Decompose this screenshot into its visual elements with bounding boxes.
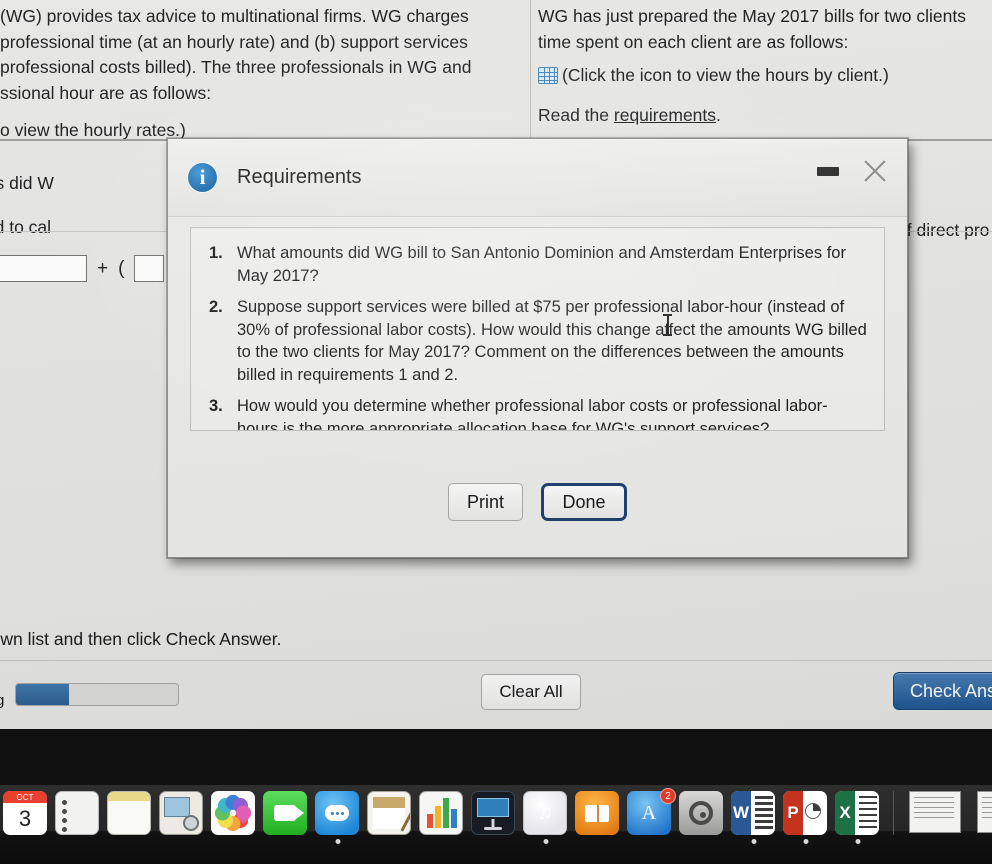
dock-item-ibooks[interactable] xyxy=(575,791,621,837)
dock-item-numbers[interactable] xyxy=(419,791,465,837)
dock-item-system-preferences[interactable] xyxy=(679,791,725,837)
calendar-day: 3 xyxy=(18,806,32,831)
dock-item-word[interactable]: W xyxy=(731,791,777,837)
bottom-instruction: any drop-down list and then click Check … xyxy=(0,629,282,649)
itunes-note-icon: ♫ xyxy=(523,791,567,835)
preview-lens-icon xyxy=(183,815,199,831)
dialog-footer: Print Done xyxy=(168,465,907,557)
progress-bar xyxy=(15,683,179,706)
window-controls xyxy=(817,157,889,185)
clear-all-button[interactable]: Clear All xyxy=(481,674,581,710)
requirement-number: 2. xyxy=(209,298,223,316)
requirements-content-box: 1. What amounts did WG bill to San Anton… xyxy=(190,227,885,431)
dock-item-notes[interactable] xyxy=(107,791,153,837)
calendar-month: OCT xyxy=(3,791,47,803)
problem-pane-right: WG has just prepared the May 2017 bills … xyxy=(538,0,992,128)
info-circle-icon: i xyxy=(188,163,217,192)
requirement-item: 3. How would you determine whether profe… xyxy=(205,395,868,431)
grid-table-icon[interactable] xyxy=(538,67,558,84)
dock-item-facetime[interactable] xyxy=(263,791,309,837)
ibooks-book-icon xyxy=(585,804,609,822)
dock-item-itunes[interactable]: ♫ xyxy=(523,791,569,837)
dock-separator xyxy=(893,791,894,835)
progress-label: g xyxy=(0,692,5,709)
numbers-bars-icon xyxy=(419,791,463,835)
requirement-number: 3. xyxy=(209,397,223,415)
requirements-link[interactable]: requirements xyxy=(614,105,716,125)
check-answer-button[interactable]: Check Ans xyxy=(893,672,992,710)
facetime-camera-icon xyxy=(274,805,304,821)
requirements-dialog: i Requirements 1. What amounts did WG bi… xyxy=(167,138,908,558)
problem-line: WG has just prepared the May 2017 bills … xyxy=(538,6,966,26)
dock-item-app-store[interactable]: 2 A xyxy=(627,788,676,837)
dock-item-excel[interactable]: X xyxy=(835,791,881,837)
read-prefix: Read the xyxy=(538,104,614,125)
excel-grid-icon xyxy=(859,796,877,830)
problem-pane-left: (WG) provides tax advice to multinationa… xyxy=(0,0,530,144)
notes-header-icon xyxy=(108,792,150,801)
requirement-number: 1. xyxy=(209,244,223,262)
pane-divider xyxy=(530,0,531,139)
excel-letter: X xyxy=(835,791,855,835)
screen: (WG) provides tax advice to multinationa… xyxy=(0,0,992,864)
table-hint-row: (Click the icon to view the hours by cli… xyxy=(538,63,992,89)
open-paren: ( xyxy=(118,257,125,279)
photos-pinwheel-icon xyxy=(211,791,255,835)
dock-item-reminders[interactable] xyxy=(55,791,101,837)
keynote-screen-icon xyxy=(477,798,509,817)
minimized-window-1[interactable] xyxy=(909,791,965,837)
read-requirements-row: Read the requirements. xyxy=(538,103,992,129)
app-store-badge: 2 xyxy=(660,788,676,804)
requirement-text: Suppose support services were billed at … xyxy=(237,298,867,384)
requirement-text: What amounts did WG bill to San Antonio … xyxy=(237,244,846,285)
dock-item-powerpoint[interactable]: P xyxy=(783,791,829,837)
done-button[interactable]: Done xyxy=(541,483,627,521)
progress-bar-fill xyxy=(16,684,70,705)
read-suffix: . xyxy=(716,104,721,125)
gear-icon xyxy=(689,801,713,825)
question-fragment: hat amounts did W xyxy=(0,173,54,193)
formula-fragment: nula needed to cal xyxy=(0,217,52,237)
answer-input-1[interactable] xyxy=(0,255,87,282)
table-hint-text: (Click the icon to view the hours by cli… xyxy=(562,65,889,85)
dialog-title: Requirements xyxy=(237,166,362,188)
requirement-item: 1. What amounts did WG bill to San Anton… xyxy=(205,242,868,287)
dock-item-photos[interactable] xyxy=(211,791,257,837)
word-letter: W xyxy=(731,791,751,835)
print-button[interactable]: Print xyxy=(447,483,523,521)
problem-line: professional time (at an hourly rate) an… xyxy=(0,31,468,52)
requirement-text: How would you determine whether professi… xyxy=(237,397,828,431)
problem-line: time spent on each client are as follows… xyxy=(538,31,849,52)
problem-line: ssional hour are as follows: xyxy=(0,82,212,103)
powerpoint-pie-icon xyxy=(805,803,821,819)
messages-bubble-icon xyxy=(325,805,349,821)
accounting-app-window: (WG) provides tax advice to multinationa… xyxy=(0,0,992,729)
requirement-item: 2. Suppose support services were billed … xyxy=(205,296,868,386)
problem-line: professional costs billed). The three pr… xyxy=(0,57,472,77)
minimized-window-2[interactable] xyxy=(977,791,992,837)
requirements-list: 1. What amounts did WG bill to San Anton… xyxy=(205,242,868,431)
dock-item-calendar[interactable]: OCT 3 xyxy=(3,791,49,837)
dock-item-messages[interactable] xyxy=(315,791,361,837)
close-x-icon[interactable] xyxy=(861,157,889,185)
word-lines-icon xyxy=(755,796,773,830)
dock-item-keynote[interactable] xyxy=(471,791,517,837)
powerpoint-letter: P xyxy=(783,791,803,835)
dock-item-pages[interactable] xyxy=(367,791,413,837)
dialog-titlebar[interactable]: i Requirements xyxy=(168,139,907,217)
dock: OCT 3 ♫ 2 A W P X xyxy=(0,785,992,864)
horizontal-divider-bottom xyxy=(0,660,992,661)
dialog-body: 1. What amounts did WG bill to San Anton… xyxy=(168,217,907,465)
answer-input-2[interactable] xyxy=(134,255,165,282)
answer-entry-row: + ( xyxy=(0,255,165,282)
preview-image-icon xyxy=(164,797,190,817)
reminders-dots-icon xyxy=(62,800,67,805)
minimize-icon[interactable] xyxy=(817,166,839,176)
dock-item-preview[interactable] xyxy=(159,791,205,837)
desktop-background xyxy=(0,729,992,785)
problem-line: (WG) provides tax advice to multinationa… xyxy=(0,6,469,26)
plus-operator: + xyxy=(97,257,109,279)
